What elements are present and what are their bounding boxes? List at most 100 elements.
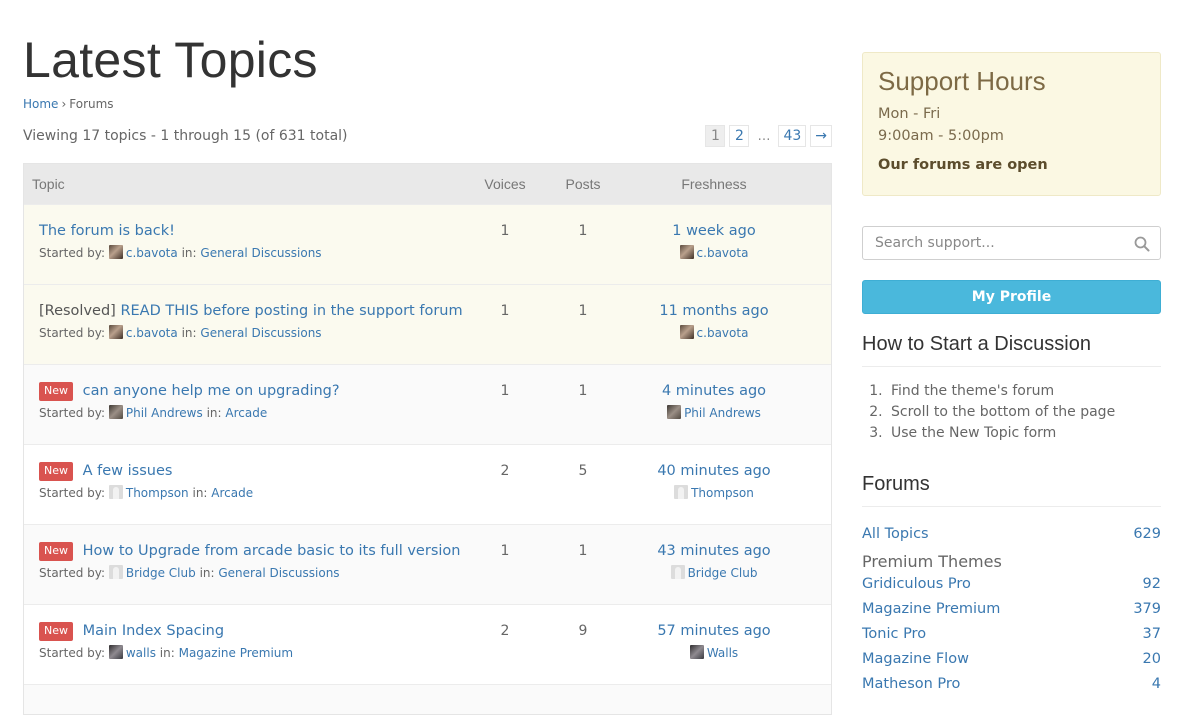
freshness-cell: 43 minutes ago Bridge Club — [626, 525, 802, 580]
author-link[interactable]: c.bavota — [126, 326, 178, 340]
author-link[interactable]: walls — [126, 646, 156, 660]
step-item: Scroll to the bottom of the page — [887, 402, 1115, 423]
freshness-cell: 4 minutes ago Phil Andrews — [626, 365, 802, 420]
forum-item: Magazine Flow 20 — [862, 648, 1161, 673]
default-avatar-icon[interactable] — [674, 485, 689, 499]
search-input[interactable] — [863, 227, 1113, 259]
freshness-link[interactable]: 1 week ago — [672, 223, 756, 239]
new-badge: New — [39, 622, 73, 641]
last-poster-link[interactable]: Thompson — [691, 486, 754, 500]
topic-title-line: [Resolved] READ THIS before posting in t… — [39, 301, 470, 321]
freshness-link[interactable]: 4 minutes ago — [662, 383, 766, 399]
topic-title-link[interactable]: The forum is back! — [39, 223, 175, 239]
voices-count: 1 — [500, 303, 510, 319]
voices-count: 2 — [500, 463, 510, 479]
header-voices: Voices — [484, 176, 526, 192]
topic-cell: New A few issues Started by: Thompson in… — [24, 445, 470, 500]
last-poster: Thompson — [626, 485, 802, 500]
in-label: in: — [181, 246, 197, 260]
topic-meta: Started by: c.bavota in: General Discuss… — [39, 325, 470, 340]
topic-row: [Resolved] READ THIS before posting in t… — [24, 284, 831, 364]
forum-link[interactable]: Magazine Premium — [862, 598, 1000, 623]
user-avatar[interactable] — [689, 645, 704, 659]
support-hours-title: Support Hours — [878, 66, 1046, 96]
topic-row: New can anyone help me on upgrading? Sta… — [24, 364, 831, 444]
author-link[interactable]: Bridge Club — [126, 566, 196, 580]
forum-link[interactable]: General Discussions — [200, 326, 321, 340]
forum-link[interactable]: Gridiculous Pro — [862, 573, 971, 598]
posts-count: 1 — [578, 543, 588, 559]
topic-title-link[interactable]: READ THIS before posting in the support … — [120, 303, 462, 319]
forum-link[interactable]: Tonic Pro — [862, 623, 926, 648]
user-avatar[interactable] — [679, 325, 694, 339]
topic-cell: New Main Index Spacing Started by: walls… — [24, 605, 470, 660]
last-poster-link[interactable]: Phil Andrews — [684, 406, 761, 420]
last-poster-link[interactable]: Bridge Club — [688, 566, 758, 580]
topic-row: New A few issues Started by: Thompson in… — [24, 444, 831, 524]
step-item: Find the theme's forum — [887, 381, 1115, 402]
started-by-label: Started by: — [39, 406, 106, 420]
page-43-link[interactable]: 43 — [778, 125, 807, 147]
forum-link[interactable]: General Discussions — [218, 566, 339, 580]
new-badge: New — [39, 462, 73, 481]
topics-count-text: Viewing 17 topics - 1 through 15 (of 631… — [23, 128, 348, 144]
user-avatar[interactable] — [108, 325, 123, 339]
forum-count: 20 — [1142, 651, 1161, 667]
author-link[interactable]: Phil Andrews — [126, 406, 203, 420]
last-poster-link[interactable]: c.bavota — [697, 246, 749, 260]
posts-count: 9 — [578, 623, 588, 639]
topic-title-link[interactable]: How to Upgrade from arcade basic to its … — [83, 543, 461, 559]
forum-link[interactable]: Arcade — [225, 406, 267, 420]
my-profile-button[interactable]: My Profile — [862, 280, 1161, 314]
search-icon[interactable] — [1134, 236, 1150, 252]
forum-link[interactable]: General Discussions — [200, 246, 321, 260]
forum-link[interactable]: Matheson Pro — [862, 673, 960, 698]
topic-meta: Started by: c.bavota in: General Discuss… — [39, 245, 470, 260]
in-label: in: — [199, 566, 215, 580]
freshness-cell: 1 week ago c.bavota — [626, 205, 802, 260]
support-days: Mon - Fri — [878, 106, 941, 122]
freshness-cell: 11 months ago c.bavota — [626, 285, 802, 340]
freshness-link[interactable]: 43 minutes ago — [657, 543, 770, 559]
freshness-link[interactable]: 57 minutes ago — [657, 623, 770, 639]
topic-title-link[interactable]: A few issues — [83, 463, 173, 479]
default-avatar-icon[interactable] — [108, 485, 123, 499]
author-link[interactable]: Thompson — [126, 486, 189, 500]
in-label: in: — [192, 486, 208, 500]
user-avatar[interactable] — [108, 405, 123, 419]
in-label: in: — [206, 406, 222, 420]
author-link[interactable]: c.bavota — [126, 246, 178, 260]
breadcrumb-home-link[interactable]: Home — [23, 97, 58, 111]
default-avatar-icon[interactable] — [670, 565, 685, 579]
user-avatar[interactable] — [679, 245, 694, 259]
default-avatar-icon[interactable] — [108, 565, 123, 579]
next-page-arrow-icon[interactable]: → — [810, 125, 832, 147]
user-avatar[interactable] — [108, 645, 123, 659]
topic-title-link[interactable]: can anyone help me on upgrading? — [83, 383, 340, 399]
last-poster: c.bavota — [626, 245, 802, 260]
freshness-cell: 40 minutes ago Thompson — [626, 445, 802, 500]
forum-group-items: Gridiculous Pro 92 Magazine Premium 379 Toni… — [862, 573, 1161, 698]
last-poster-link[interactable]: Walls — [707, 646, 738, 660]
pagination: 1 2 … 43 → — [705, 125, 832, 147]
forum-link[interactable]: Magazine Premium — [179, 646, 294, 660]
freshness-link[interactable]: 11 months ago — [659, 303, 768, 319]
forum-link[interactable]: Magazine Flow — [862, 648, 969, 673]
topic-title-link[interactable]: Main Index Spacing — [83, 623, 224, 639]
freshness-link[interactable]: 40 minutes ago — [657, 463, 770, 479]
last-poster-link[interactable]: c.bavota — [697, 326, 749, 340]
forum-list: All Topics 629 Premium Themes Gridiculou… — [862, 523, 1161, 698]
forum-link[interactable]: Arcade — [211, 486, 253, 500]
forum-count: 4 — [1151, 676, 1161, 692]
support-hours-box: Support Hours Mon - Fri 9:00am - 5:00pm … — [862, 52, 1161, 196]
user-avatar[interactable] — [108, 245, 123, 259]
user-avatar[interactable] — [667, 405, 682, 419]
page-2-link[interactable]: 2 — [729, 125, 750, 147]
posts-count: 1 — [578, 303, 588, 319]
freshness-cell: 57 minutes ago Walls — [626, 605, 802, 660]
topic-meta: Started by: Thompson in: Arcade — [39, 485, 470, 500]
forum-count: 629 — [1133, 526, 1161, 542]
in-label: in: — [159, 646, 175, 660]
breadcrumb-current: Forums — [69, 97, 114, 111]
how-to-title: How to Start a Discussion — [862, 333, 1161, 367]
